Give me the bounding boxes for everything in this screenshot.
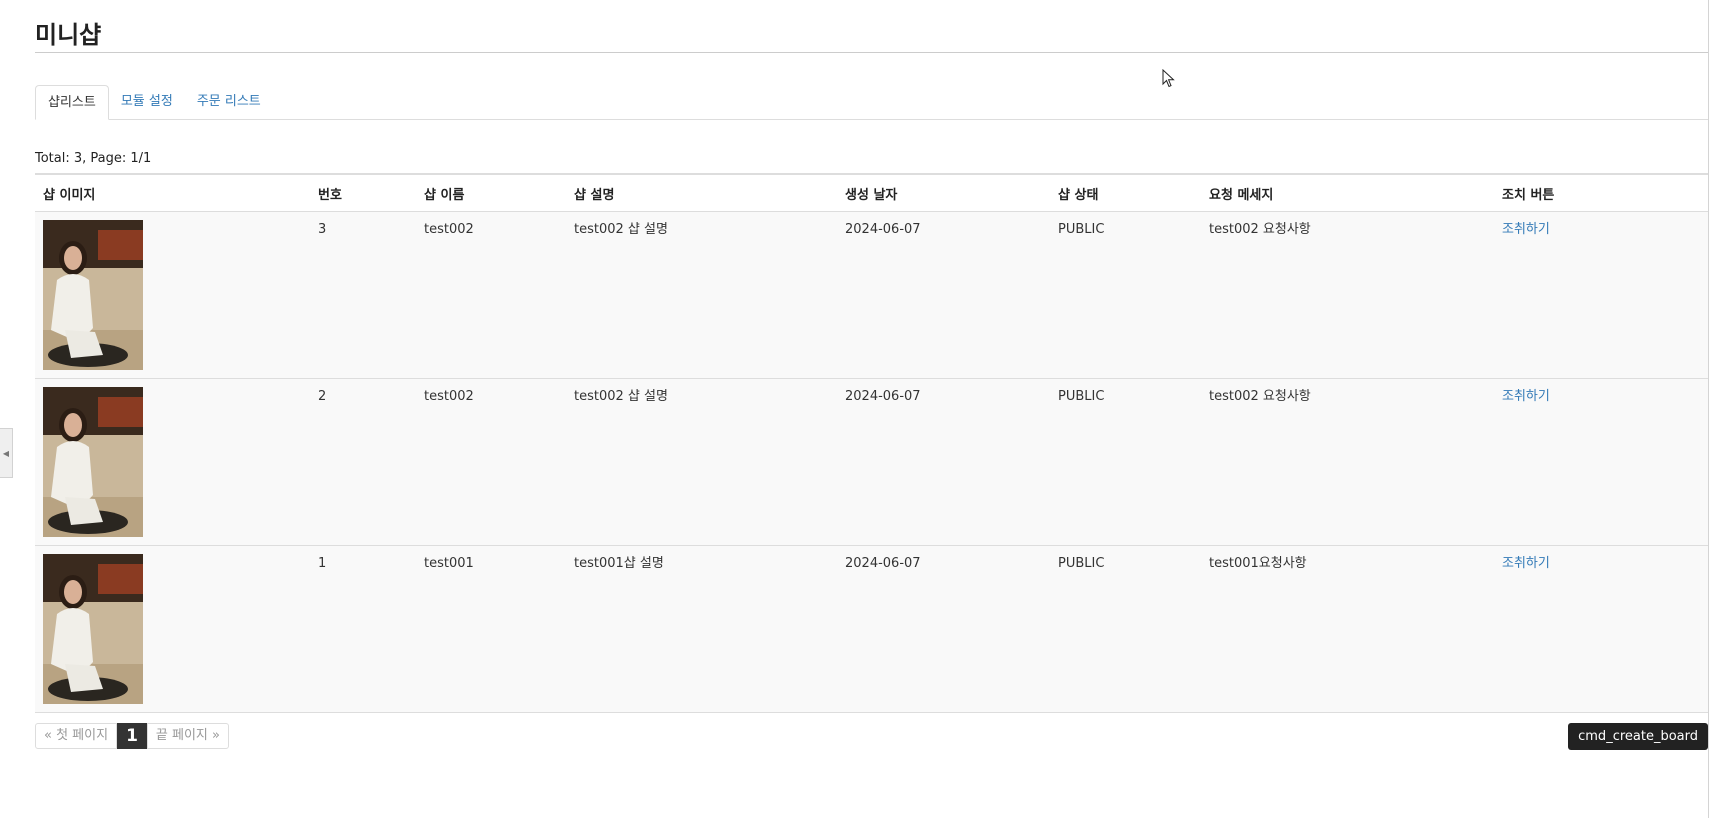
- shop-image-cell: [35, 211, 310, 379]
- shop-request-message: test002 요청사항: [1201, 211, 1494, 379]
- shop-description: test002 샵 설명: [566, 378, 837, 546]
- shop-table: 샵 이미지 번호 샵 이름 샵 설명 생성 날자 샵 상태 요청 메세지 조치 …: [35, 173, 1708, 713]
- column-header-status: 샵 상태: [1050, 173, 1201, 212]
- shop-image-cell: [35, 545, 310, 713]
- view-shop-link[interactable]: 조취하기: [1502, 389, 1550, 404]
- column-header-message: 요청 메세지: [1201, 173, 1494, 212]
- page-title: 미니샵: [35, 0, 1708, 53]
- shop-created-date: 2024-06-07: [837, 545, 1050, 713]
- shop-status: PUBLIC: [1050, 545, 1201, 713]
- shop-status: PUBLIC: [1050, 378, 1201, 546]
- main-content: 미니샵 샵리스트 모듈 설정 주문 리스트 Total: 3, Page: 1/…: [35, 0, 1708, 750]
- action-cell: 조취하기: [1494, 211, 1708, 379]
- table-row: 3 test002 test002 샵 설명 2024-06-07 PUBLIC…: [35, 211, 1708, 379]
- shop-description: test001샵 설명: [566, 545, 837, 713]
- shop-thumbnail-image: [43, 554, 143, 704]
- table-header-row: 샵 이미지 번호 샵 이름 샵 설명 생성 날자 샵 상태 요청 메세지 조치 …: [35, 173, 1708, 212]
- shop-thumbnail-image: [43, 220, 143, 370]
- shop-request-message: test002 요청사항: [1201, 378, 1494, 546]
- sidebar-toggle[interactable]: ◀: [0, 428, 13, 478]
- shop-name: test002: [416, 211, 566, 379]
- tab-order-list[interactable]: 주문 리스트: [185, 85, 273, 119]
- action-cell: 조취하기: [1494, 378, 1708, 546]
- right-scroll-rail: [1708, 0, 1729, 818]
- shop-request-message: test001요청사항: [1201, 545, 1494, 713]
- first-page-link[interactable]: « 첫 페이지: [35, 723, 118, 749]
- list-summary: Total: 3, Page: 1/1: [35, 151, 152, 166]
- mouse-pointer-icon: [1162, 69, 1175, 88]
- tab-shop-list[interactable]: 샵리스트: [35, 85, 109, 120]
- last-page-link[interactable]: 끝 페이지 »: [146, 723, 229, 749]
- shop-name: test001: [416, 545, 566, 713]
- column-header-image: 샵 이미지: [35, 173, 310, 212]
- shop-number: 1: [310, 545, 416, 713]
- create-board-button[interactable]: cmd_create_board: [1568, 723, 1708, 750]
- shop-number: 3: [310, 211, 416, 379]
- table-footer: « 첫 페이지 1 끝 페이지 » cmd_create_board: [35, 723, 1708, 750]
- shop-thumbnail-image: [43, 387, 143, 537]
- shop-name: test002: [416, 378, 566, 546]
- column-header-created: 생성 날자: [837, 173, 1050, 212]
- shop-image-cell: [35, 378, 310, 546]
- tab-bar: 샵리스트 모듈 설정 주문 리스트: [35, 84, 1708, 120]
- current-page[interactable]: 1: [117, 723, 147, 749]
- column-header-description: 샵 설명: [566, 173, 837, 212]
- column-header-number: 번호: [310, 173, 416, 212]
- table-row: 1 test001 test001샵 설명 2024-06-07 PUBLIC …: [35, 545, 1708, 713]
- shop-description: test002 샵 설명: [566, 211, 837, 379]
- view-shop-link[interactable]: 조취하기: [1502, 222, 1550, 237]
- shop-status: PUBLIC: [1050, 211, 1201, 379]
- page: ◀ 미니샵 샵리스트 모듈 설정 주문 리스트 Total: 3, Page: …: [0, 0, 1729, 818]
- shop-created-date: 2024-06-07: [837, 211, 1050, 379]
- tab-module-settings[interactable]: 모듈 설정: [109, 85, 185, 119]
- action-cell: 조취하기: [1494, 545, 1708, 713]
- column-header-name: 샵 이름: [416, 173, 566, 212]
- table-row: 2 test002 test002 샵 설명 2024-06-07 PUBLIC…: [35, 378, 1708, 546]
- shop-number: 2: [310, 378, 416, 546]
- caret-left-icon: ◀: [2, 448, 10, 458]
- column-header-action: 조치 버튼: [1494, 173, 1708, 212]
- shop-created-date: 2024-06-07: [837, 378, 1050, 546]
- pagination: « 첫 페이지 1 끝 페이지 »: [35, 723, 1708, 749]
- view-shop-link[interactable]: 조취하기: [1502, 556, 1550, 571]
